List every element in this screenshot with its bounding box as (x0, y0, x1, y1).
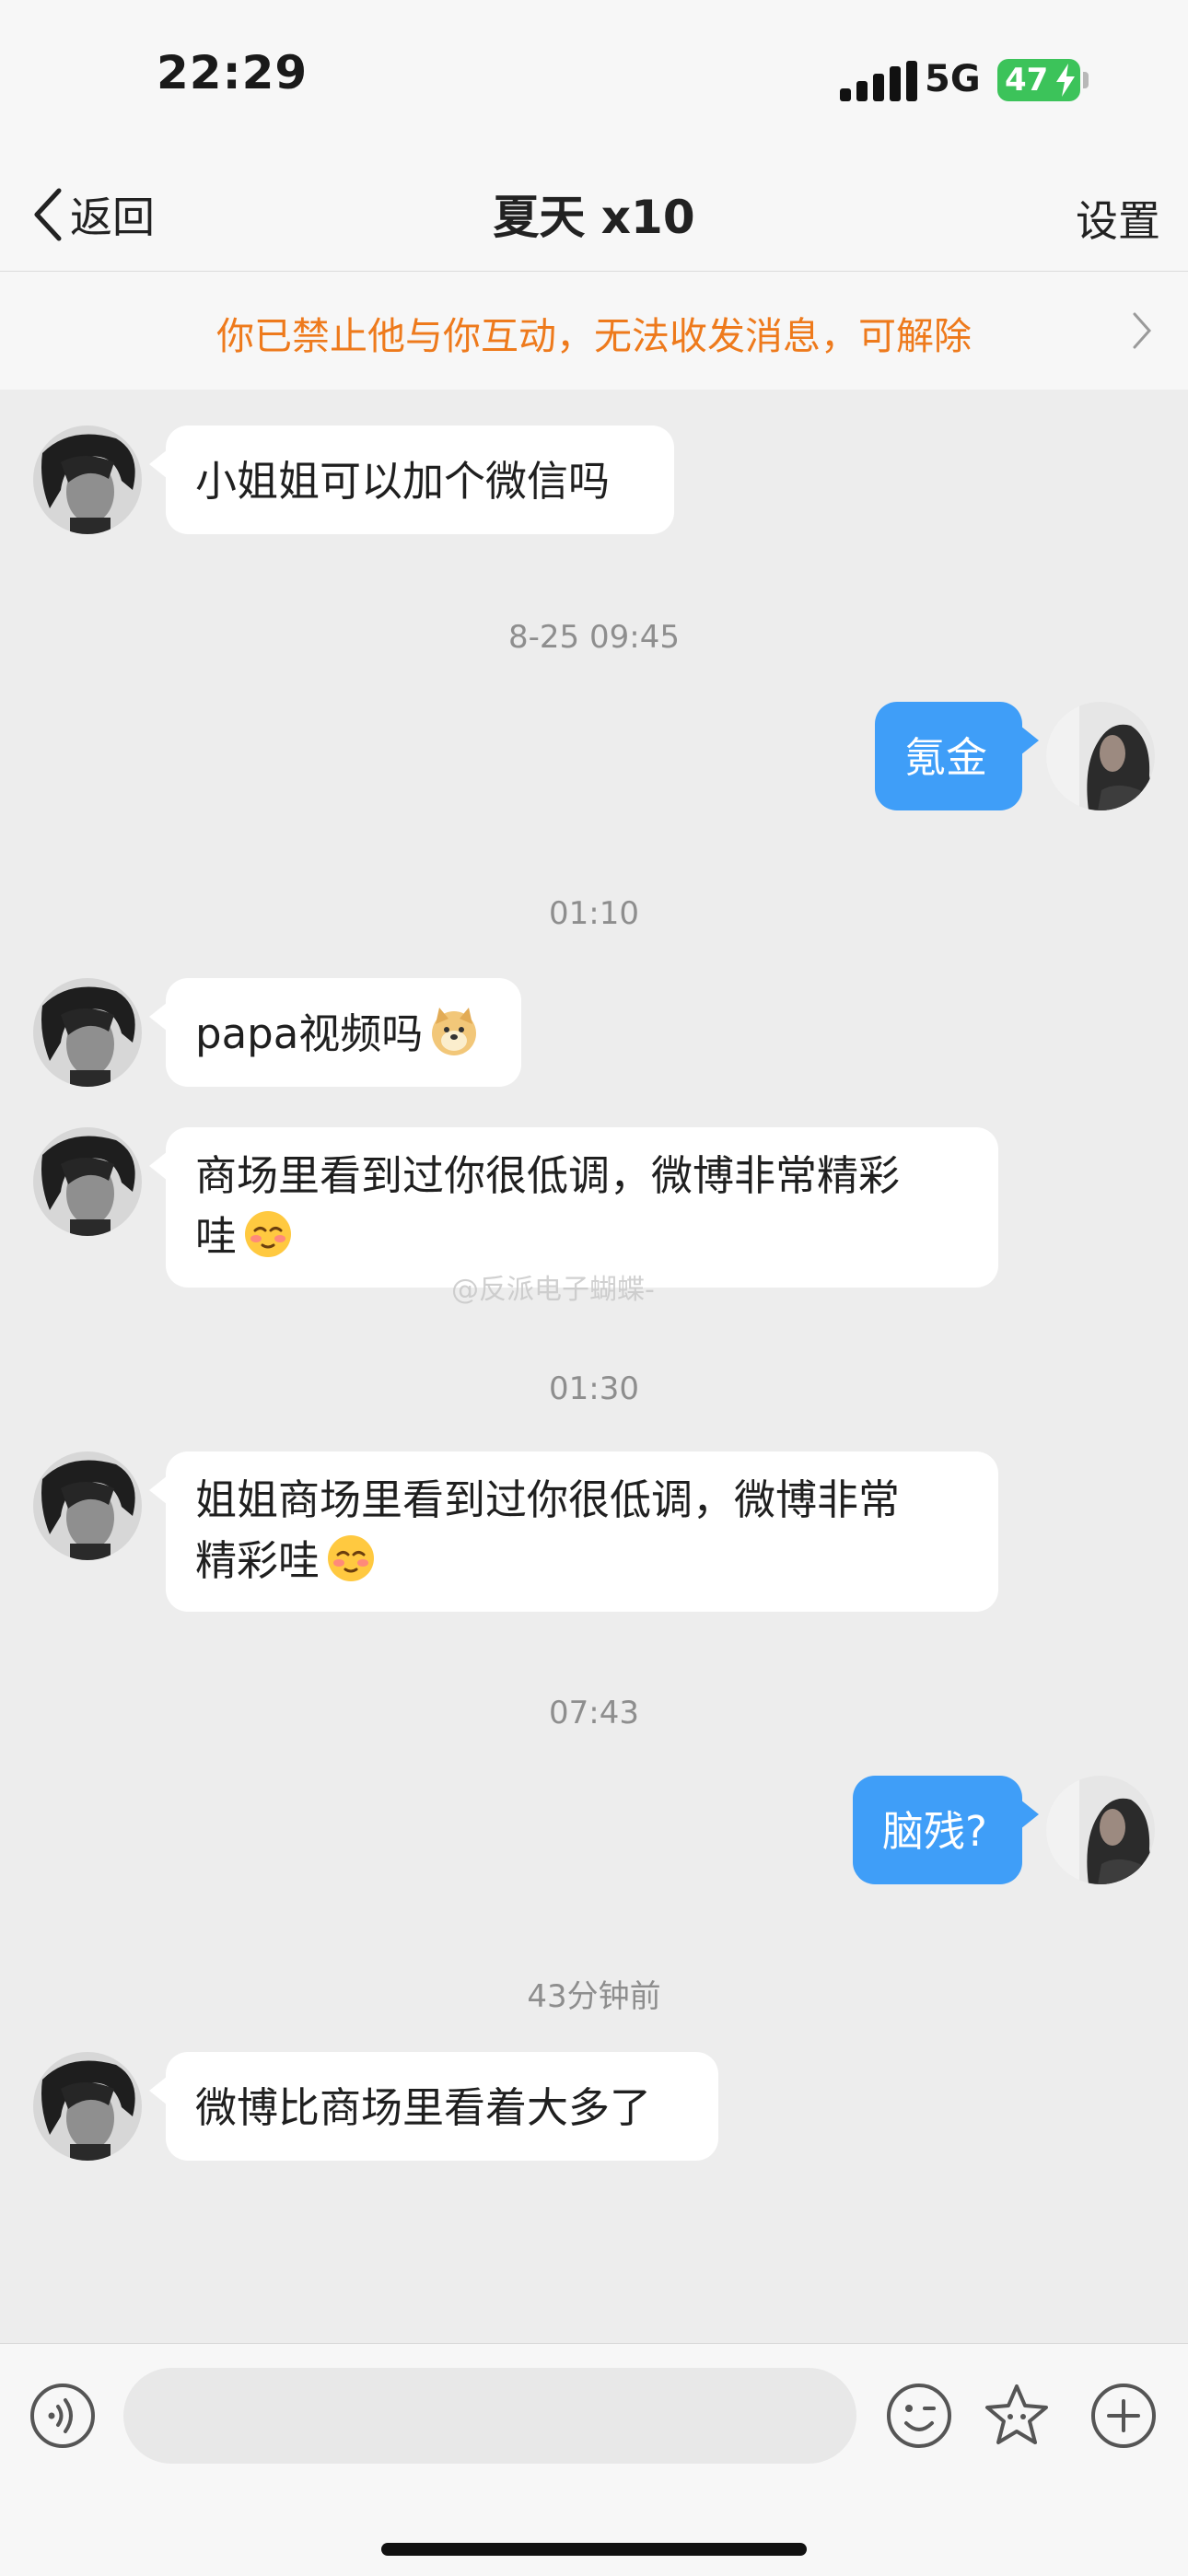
voice-icon[interactable] (28, 2381, 98, 2451)
smile-icon[interactable] (884, 2381, 954, 2451)
doge-emoji-icon (432, 1008, 477, 1055)
message-timestamp: 01:30 (549, 1370, 639, 1407)
message-text: 小姐姐可以加个微信吗 (195, 457, 611, 506)
battery-level: 47 (1005, 62, 1049, 99)
my-avatar[interactable] (1046, 702, 1155, 810)
blush-emoji-icon (245, 1211, 292, 1257)
status-bar: 22:29 5G 47 (0, 0, 1188, 157)
message-line: 精彩哇 (195, 1536, 320, 1585)
composer-bar (0, 2343, 1188, 2576)
message-timestamp: 07:43 (549, 1695, 639, 1731)
blocked-banner-text: 你已禁止他与你互动，无法收发消息，可解除 (216, 314, 972, 358)
charging-bolt-icon (1056, 64, 1075, 97)
network-type: 5G (925, 58, 981, 100)
incoming-message-bubble[interactable]: papa视频吗 (149, 978, 521, 1087)
contact-avatar[interactable] (33, 2052, 142, 2161)
battery-icon: 47 (997, 59, 1080, 101)
home-indicator[interactable] (381, 2543, 807, 2556)
outgoing-message-bubble[interactable]: 脑残? (853, 1776, 1039, 1884)
message-text: 脑残? (882, 1807, 987, 1856)
blocked-banner[interactable]: 你已禁止他与你互动，无法收发消息，可解除 (0, 272, 1188, 390)
message-line: 商场里看到过你很低调，微博非常精彩 (195, 1151, 901, 1200)
message-timestamp: 43分钟前 (527, 1978, 661, 2015)
incoming-message-bubble[interactable]: 姐姐商场里看到过你很低调，微博非常 精彩哇 (149, 1451, 998, 1612)
incoming-message-bubble[interactable]: 小姐姐可以加个微信吗 (149, 425, 674, 534)
incoming-message-bubble[interactable]: 微博比商场里看着大多了 (149, 2052, 718, 2161)
nav-bar: 返回 夏天 x10 设置 (0, 157, 1188, 272)
battery-tip (1083, 72, 1089, 88)
message-text: 微博比商场里看着大多了 (195, 2083, 652, 2132)
chevron-right-icon (1133, 312, 1152, 349)
chat-title: 夏天 x10 (493, 191, 695, 244)
message-timestamp: 8-25 09:45 (508, 619, 680, 656)
cellular-signal-icon (840, 61, 917, 101)
incoming-message-bubble[interactable]: 商场里看到过你很低调，微博非常精彩 哇 (149, 1127, 998, 1288)
message-line: 姐姐商场里看到过你很低调，微博非常 (195, 1475, 901, 1524)
message-text: papa视频吗 (195, 1009, 424, 1058)
outgoing-message-bubble[interactable]: 氪金 (875, 702, 1039, 810)
blush-emoji-icon (328, 1535, 375, 1581)
contact-avatar[interactable] (33, 978, 142, 1087)
message-input[interactable] (123, 2368, 856, 2464)
contact-avatar[interactable] (33, 1127, 142, 1236)
settings-button[interactable]: 设置 (1076, 188, 1160, 249)
star-icon[interactable] (982, 2381, 1052, 2451)
contact-avatar[interactable] (33, 425, 142, 534)
watermark: @反派电子蝴蝶- (451, 1274, 655, 1306)
plus-icon[interactable] (1089, 2381, 1159, 2451)
contact-avatar[interactable] (33, 1451, 142, 1560)
message-timestamp: 01:10 (549, 895, 639, 932)
status-time: 22:29 (157, 46, 309, 99)
message-line: 哇 (195, 1212, 238, 1261)
my-avatar[interactable] (1046, 1776, 1155, 1884)
message-text: 氪金 (904, 733, 988, 782)
